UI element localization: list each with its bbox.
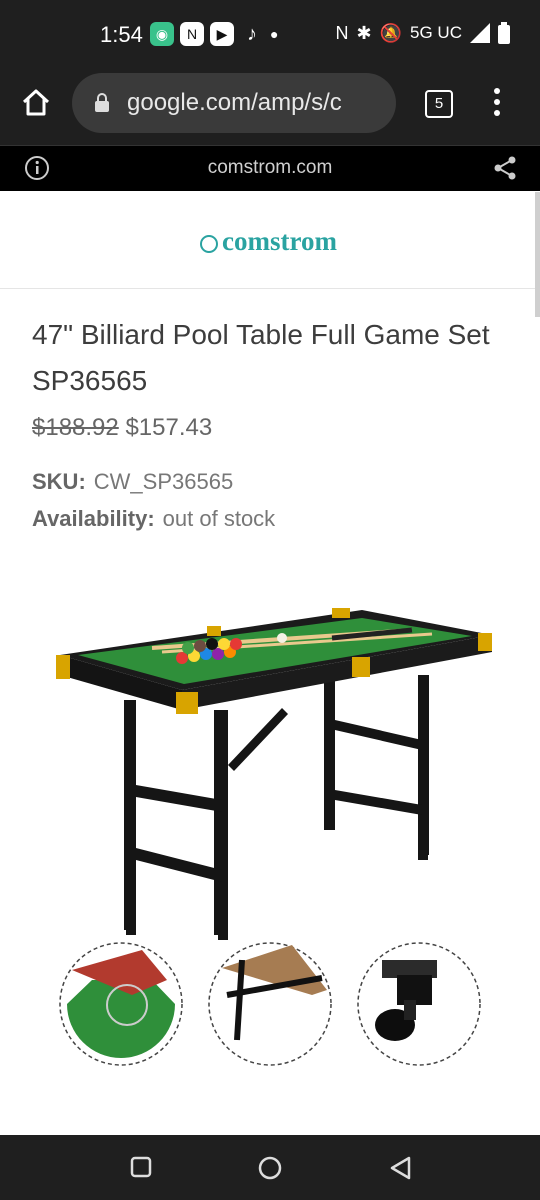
status-bar: 1:54 ◉ N ▶ ♪ ● N ✱ 🔕 5G UC <box>0 0 540 70</box>
address-bar[interactable]: google.com/amp/s/c <box>72 73 396 133</box>
recents-icon[interactable] <box>130 1156 152 1178</box>
scrollbar[interactable] <box>535 192 540 317</box>
status-time: 1:54 <box>100 22 143 47</box>
sku-value: CW_SP36565 <box>93 469 234 494</box>
more-notifications-icon: ● <box>270 26 279 42</box>
mute-icon: 🔕 <box>379 22 403 43</box>
original-price: $188.92 <box>32 414 119 441</box>
signal-icon <box>470 23 490 43</box>
product-image[interactable] <box>32 600 508 1070</box>
amp-domain: comstrom.com <box>207 157 333 178</box>
tab-switcher-button[interactable]: 5 <box>425 90 453 118</box>
share-icon[interactable] <box>492 155 518 181</box>
battery-icon <box>498 22 510 44</box>
system-nav-bar <box>0 1135 540 1200</box>
availability-label: Availability: <box>32 506 155 531</box>
back-icon[interactable] <box>388 1155 412 1181</box>
site-logo[interactable]: comstrom <box>200 226 337 257</box>
nfl-app-icon: N <box>180 22 204 46</box>
bluetooth-icon: ✱ <box>356 22 372 43</box>
sku-label: SKU: <box>32 469 86 494</box>
more-options-icon[interactable] <box>490 86 504 118</box>
messages-icon: ◉ <box>150 22 174 46</box>
detail-thumbnails <box>59 942 481 1066</box>
site-header: comstrom <box>0 190 540 289</box>
tiktok-icon: ♪ <box>247 22 257 45</box>
product-title: 47" Billiard Pool Table Full Game Set SP… <box>32 319 490 396</box>
pool-table-illustration <box>32 600 508 1070</box>
url-text: google.com/amp/s/c <box>127 89 342 116</box>
sku-row: SKU: CW_SP36565 <box>32 469 233 495</box>
browser-toolbar: google.com/amp/s/c 5 <box>0 70 540 145</box>
nfc-icon: N <box>335 22 349 43</box>
system-icons: N ✱ 🔕 5G UC <box>336 22 510 44</box>
youtube-icon: ▶ <box>210 22 234 46</box>
lock-icon <box>95 93 109 112</box>
availability-value: out of stock <box>162 506 276 531</box>
sale-price: $157.43 <box>125 414 213 441</box>
network-type: 5G UC <box>410 23 462 42</box>
notification-icons: ◉ N ▶ ♪ ● <box>150 22 278 46</box>
logo-text: comstrom <box>222 226 337 256</box>
price-row: $188.92 $157.43 <box>32 414 212 442</box>
amp-header: comstrom.com <box>0 145 540 191</box>
logo-mark-icon <box>200 234 218 253</box>
home-nav-icon[interactable] <box>257 1155 283 1181</box>
availability-row: Availability: out of stock <box>32 506 275 532</box>
home-icon[interactable] <box>20 86 52 118</box>
